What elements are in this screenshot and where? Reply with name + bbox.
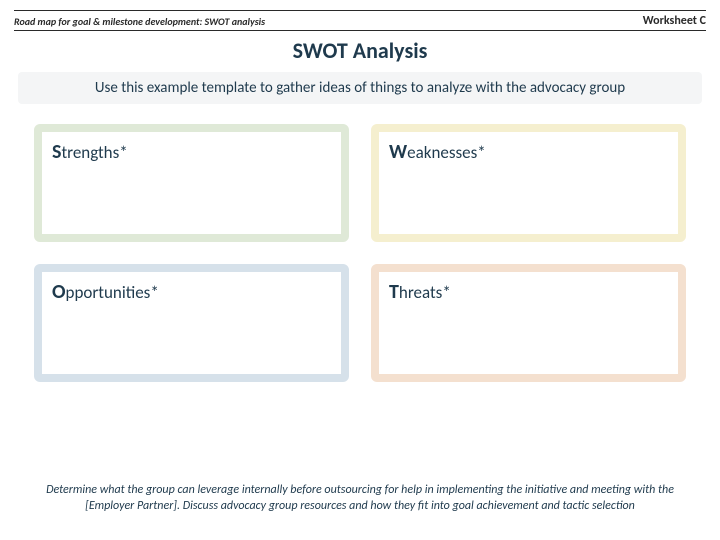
swot-opportunities-rest: pportunities* (66, 282, 159, 303)
swot-grid: Strengths* Weaknesses* Opportunities* Th… (14, 124, 706, 382)
worksheet-page: Road map for goal & milestone developmen… (0, 0, 720, 540)
swot-weaknesses-box: Weaknesses* (371, 124, 686, 242)
swot-weaknesses-label: Weaknesses* (379, 140, 678, 164)
swot-opportunities-label: Opportunities* (42, 280, 341, 304)
footnote: Determine what the group can leverage in… (22, 482, 698, 514)
header-row: Road map for goal & milestone developmen… (14, 10, 706, 31)
swot-opportunities-cap: O (52, 280, 66, 304)
swot-strengths-label: Strengths* (42, 140, 341, 164)
swot-weaknesses-cap: W (389, 140, 407, 164)
swot-threats-label: Threats* (379, 280, 678, 304)
swot-strengths-box: Strengths* (34, 124, 349, 242)
breadcrumb: Road map for goal & milestone developmen… (14, 15, 265, 28)
swot-strengths-rest: trengths* (61, 142, 127, 163)
swot-threats-cap: T (389, 280, 399, 304)
worksheet-label: Worksheet C (643, 14, 706, 28)
page-title: SWOT Analysis (14, 37, 706, 64)
swot-threats-rest: hreats* (399, 282, 451, 303)
swot-opportunities-box: Opportunities* (34, 264, 349, 382)
swot-weaknesses-rest: eaknesses* (407, 142, 486, 163)
swot-threats-box: Threats* (371, 264, 686, 382)
instruction-bar: Use this example template to gather idea… (18, 72, 702, 104)
